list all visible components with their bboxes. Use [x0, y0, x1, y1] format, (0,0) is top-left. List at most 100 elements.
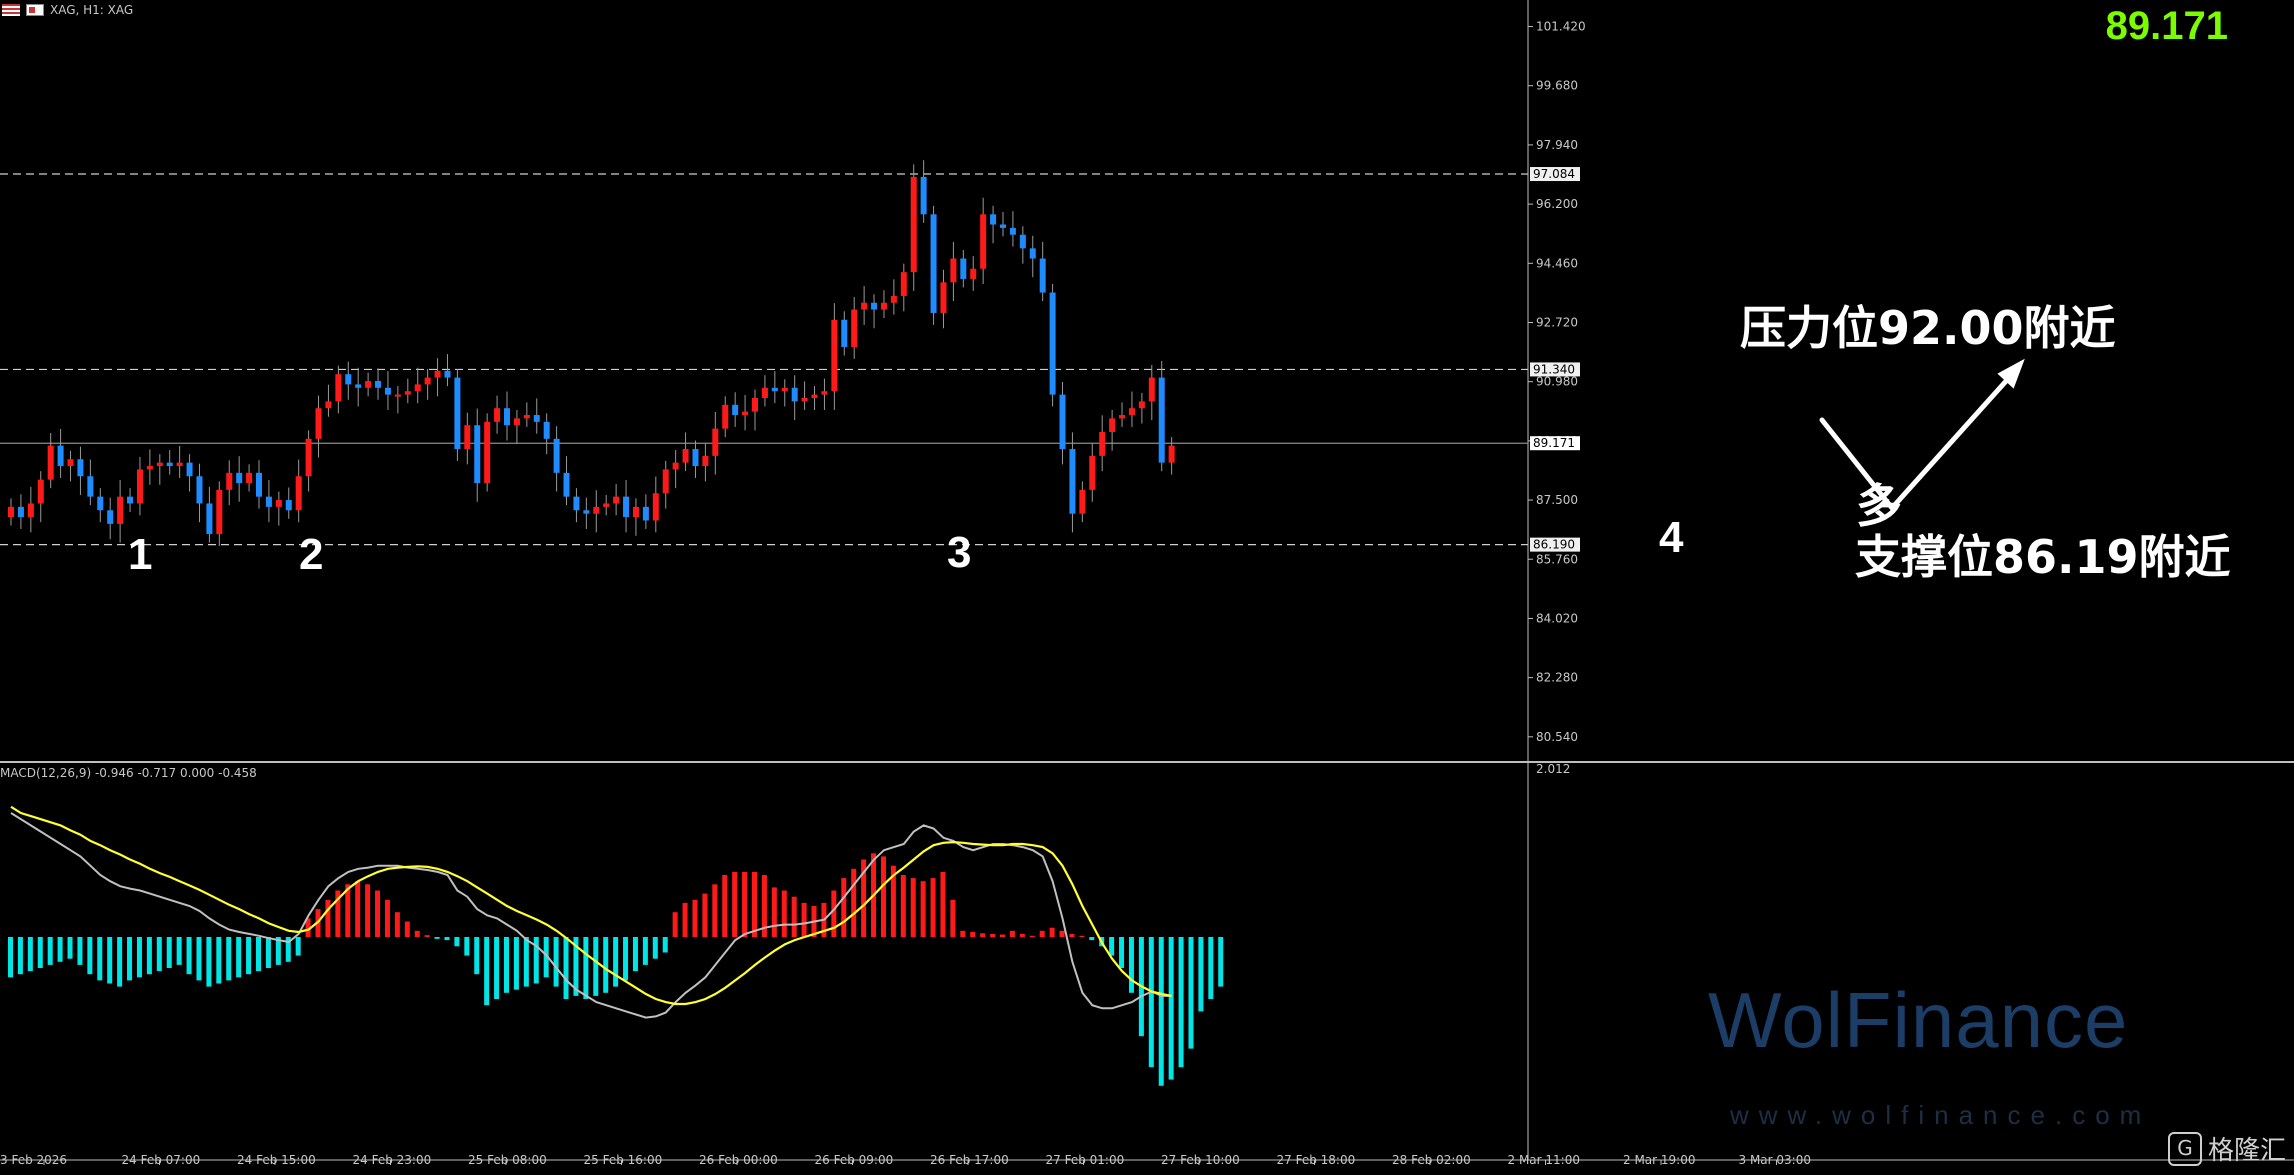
macd-bar: [851, 868, 857, 937]
candle-body: [950, 258, 957, 283]
resistance-annotation: 压力位92.00附近: [1740, 301, 2116, 355]
candle: [305, 430, 312, 492]
candle: [1049, 284, 1056, 407]
level-tag-label: 91.340: [1533, 362, 1575, 376]
candle: [196, 463, 203, 523]
macd-bar: [930, 878, 936, 937]
macd-bar: [97, 937, 103, 981]
candle-body: [543, 421, 550, 439]
candle-body: [652, 493, 659, 521]
macd-bar: [206, 937, 212, 987]
price-tick-label: 82.280: [1536, 671, 1578, 685]
macd-bar: [216, 937, 222, 984]
candle-body: [1049, 292, 1056, 395]
candle-body: [662, 469, 669, 494]
time-tick-label: 28 Feb 02:00: [1392, 1153, 1471, 1167]
candle: [1099, 415, 1106, 472]
macd-bar: [1178, 937, 1184, 1068]
macd-bar: [1109, 937, 1115, 956]
candle: [315, 395, 322, 458]
candle-body: [831, 319, 838, 392]
candle-body: [295, 476, 302, 511]
candle: [880, 290, 887, 319]
candle: [216, 481, 223, 546]
candle-body: [1138, 401, 1145, 409]
symbol-label: XAG, H1: XAG: [50, 3, 134, 17]
candle: [811, 386, 818, 410]
candle-body: [315, 408, 322, 439]
macd-bar: [593, 937, 599, 996]
macd-axis-top-label: 2.012: [1536, 762, 1570, 776]
candle: [771, 371, 778, 404]
candle-body: [107, 510, 114, 524]
candle-body: [1009, 227, 1016, 235]
candle-body: [930, 214, 937, 313]
macd-bar: [553, 937, 559, 987]
candle: [1148, 365, 1155, 421]
candle-body: [1039, 258, 1046, 293]
macd-bar: [841, 878, 847, 937]
macd-bar: [414, 930, 420, 937]
candle-body: [1069, 449, 1076, 514]
macd-bar: [156, 937, 162, 972]
candle: [87, 459, 94, 506]
candle: [1029, 235, 1036, 278]
candle-body: [1109, 418, 1116, 433]
macd-bar: [662, 937, 668, 953]
time-tick-label: 27 Feb 18:00: [1277, 1153, 1356, 1167]
macd-bar: [424, 935, 430, 937]
candle: [1109, 409, 1116, 451]
candle: [335, 365, 342, 414]
price-tick-label: 94.460: [1536, 256, 1578, 270]
price-tick-label: 97.940: [1536, 138, 1578, 152]
candle: [791, 375, 798, 421]
candle-body: [136, 469, 143, 504]
candle-body: [196, 476, 203, 504]
candle: [57, 428, 64, 478]
macd-bar: [1009, 930, 1015, 937]
candle: [900, 263, 907, 312]
candle: [1019, 226, 1026, 264]
price-tick-label: 87.500: [1536, 493, 1578, 507]
candle: [613, 484, 620, 516]
macd-bar: [454, 937, 460, 947]
candle: [136, 456, 143, 516]
macd-bar: [265, 937, 271, 968]
candle: [672, 450, 679, 489]
price-tick-label: 92.720: [1536, 315, 1578, 329]
candle: [513, 409, 520, 444]
macd-bar: [642, 937, 648, 965]
candle: [890, 279, 897, 315]
macd-bar: [563, 937, 569, 999]
candle-body: [890, 295, 897, 303]
macd-bar: [712, 884, 718, 937]
candle: [77, 446, 84, 495]
candle-body: [414, 384, 421, 392]
candle: [1089, 443, 1096, 502]
candle-body: [504, 408, 510, 426]
candle-body: [692, 449, 699, 467]
candle: [642, 494, 649, 529]
macd-bar: [1208, 937, 1214, 999]
candle-body: [791, 387, 798, 402]
candle-body: [474, 425, 481, 484]
candle: [742, 394, 749, 431]
macd-bar: [47, 937, 53, 965]
macd-bar: [404, 921, 410, 937]
chart-window-icon[interactable]: [26, 4, 44, 16]
macd-bar: [791, 896, 797, 937]
candle: [632, 498, 639, 536]
macd-bar: [672, 912, 678, 937]
corner-brand: G 格隆汇: [2167, 1130, 2286, 1167]
price-tick-label: 80.540: [1536, 730, 1578, 744]
candle: [1119, 402, 1126, 427]
macd-bar: [107, 937, 113, 984]
price-tick-label: 99.680: [1536, 79, 1578, 93]
level-tag-label: 86.190: [1533, 538, 1575, 552]
candle-body: [880, 302, 887, 310]
candle-body: [226, 472, 233, 490]
macd-bar: [504, 937, 509, 993]
candle: [474, 408, 481, 502]
candle-body: [97, 496, 104, 511]
candle: [156, 454, 163, 485]
